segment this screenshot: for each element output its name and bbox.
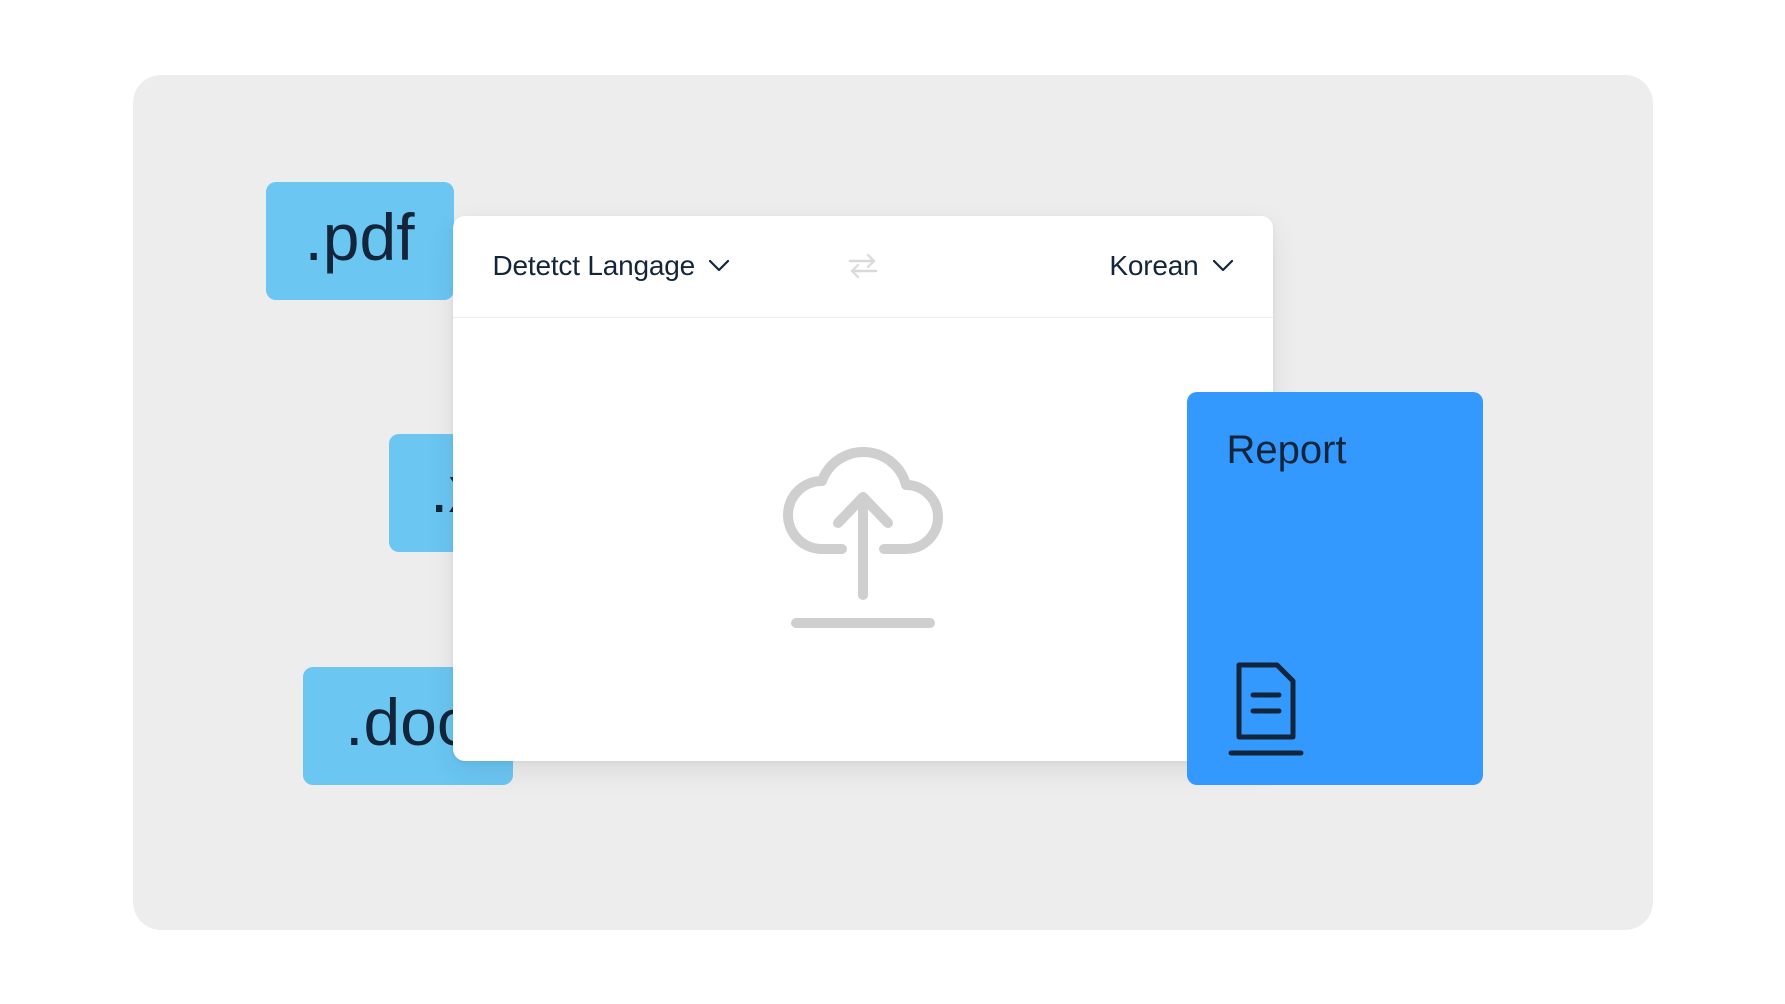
chevron-down-icon bbox=[1213, 260, 1233, 272]
source-language-select[interactable]: Detetct Langage bbox=[493, 250, 730, 282]
translator-upload-card: Detetct Langage Korean bbox=[453, 216, 1273, 761]
swap-languages-icon[interactable] bbox=[848, 253, 878, 279]
translator-header: Detetct Langage Korean bbox=[453, 216, 1273, 318]
target-language-label: Korean bbox=[1109, 250, 1198, 282]
source-language-label: Detetct Langage bbox=[493, 250, 696, 282]
target-language-select[interactable]: Korean bbox=[1109, 250, 1232, 282]
filetype-chip-pdf: .pdf bbox=[266, 182, 454, 300]
cloud-upload-icon bbox=[780, 445, 946, 633]
upload-dropzone[interactable] bbox=[453, 318, 1273, 761]
filetype-chip-label: .doc bbox=[345, 689, 470, 755]
illustration-canvas: .pdf .xls .doc Detetct Langage bbox=[133, 75, 1653, 930]
document-icon bbox=[1227, 661, 1305, 757]
output-report-title: Report bbox=[1227, 428, 1443, 473]
chevron-down-icon bbox=[709, 260, 729, 272]
filetype-chip-label: .pdf bbox=[304, 204, 414, 270]
output-report-card[interactable]: Report bbox=[1187, 392, 1483, 785]
